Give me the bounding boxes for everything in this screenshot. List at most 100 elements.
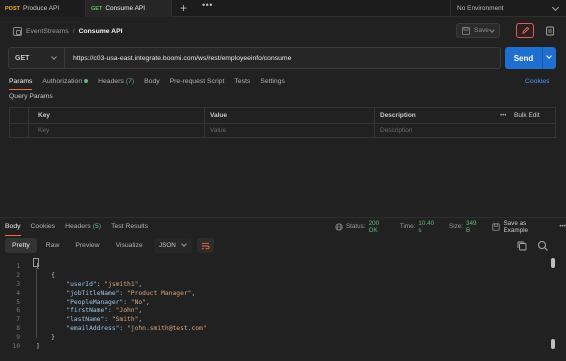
url-input[interactable]: https://c03-usa-east.integrate.boomi.com…	[73, 48, 291, 68]
new-tab-button[interactable]: +	[180, 1, 187, 15]
copy-icon[interactable]	[516, 240, 528, 252]
tab-test-results[interactable]: Test Results	[111, 220, 148, 234]
query-params-table: Key Value Description ••• Bulk Edit Key …	[9, 107, 556, 138]
method-select[interactable]: GET	[9, 48, 65, 68]
bracket-match-highlight	[33, 258, 39, 267]
tab-label: Headers	[65, 223, 91, 230]
response-meta: Status: 200 OK Time: 10.40 s Size: 349 B…	[335, 220, 566, 234]
chevron-down-icon	[546, 53, 552, 59]
line-number: 4	[16, 289, 20, 297]
code-line: 4 "jobTitleName": "Product Manager",	[0, 289, 550, 298]
format-raw[interactable]: Raw	[39, 238, 67, 253]
breadcrumb: EventStreams / Consume API	[13, 24, 123, 38]
code-text: "PeopleManager": "No",	[66, 298, 150, 306]
code-text: "firstName": "John",	[66, 307, 143, 315]
tab-consume-api[interactable]: GET Consume API	[86, 0, 172, 17]
format-select[interactable]: JSON	[154, 238, 192, 253]
format-tabs: Pretty Raw Preview Visualize	[5, 238, 150, 253]
search-icon[interactable]	[537, 240, 549, 252]
more-tabs-button[interactable]: •••	[202, 0, 213, 10]
column-divider	[28, 108, 29, 137]
line-number: 2	[16, 271, 20, 279]
row-divider	[10, 123, 555, 124]
tab-produce-api[interactable]: POST Produce API	[0, 0, 86, 17]
more-options-icon[interactable]: •••	[559, 223, 566, 230]
tab-label: Consume API	[105, 5, 146, 12]
line-number: 1	[16, 262, 20, 270]
documentation-button[interactable]	[541, 23, 559, 38]
format-visualize[interactable]: Visualize	[109, 238, 150, 253]
json-key: "PeopleManager"	[66, 298, 124, 306]
code-line: 2 {	[0, 271, 550, 280]
request-title[interactable]: Consume API	[79, 28, 123, 35]
document-icon	[546, 26, 554, 35]
tab-response-body[interactable]: Body	[5, 220, 21, 236]
code-text: "lastName": "Smith",	[66, 316, 143, 324]
line-number: 5	[16, 298, 20, 306]
cookies-link[interactable]: Cookies	[525, 74, 550, 88]
time-label: Time:	[399, 223, 416, 230]
tab-settings[interactable]: Settings	[260, 74, 285, 88]
environment-select[interactable]: No Environment	[450, 0, 566, 17]
line-number: 10	[12, 343, 20, 351]
scrollbar-bottom[interactable]	[551, 339, 555, 349]
code-line: 3 "userId": "jsmith1",	[0, 280, 550, 289]
size-value[interactable]: 349 B	[466, 220, 482, 234]
value-input[interactable]: Value	[204, 123, 226, 138]
bulk-edit-button[interactable]: Bulk Edit	[514, 108, 540, 123]
tab-pre-request-script[interactable]: Pre-request Script	[170, 74, 225, 88]
column-header-key: Key	[38, 112, 50, 119]
breadcrumb-collection[interactable]: EventStreams	[26, 28, 69, 35]
collection-icon	[13, 26, 22, 36]
key-input[interactable]: Key	[32, 123, 49, 138]
code-text: ]	[36, 343, 40, 351]
indent-guide	[36, 268, 37, 338]
wrap-lines-button[interactable]	[197, 238, 214, 253]
json-value: "Product Manager"	[127, 289, 192, 297]
tab-label: Headers	[98, 77, 124, 85]
scrollbar-top[interactable]	[551, 258, 555, 268]
tab-tests[interactable]: Tests	[234, 74, 250, 88]
chevron-down-icon	[551, 3, 560, 12]
time-value[interactable]: 10.40 s	[418, 220, 439, 234]
json-key: "emailAddress"	[66, 325, 120, 333]
pane-divider[interactable]	[0, 217, 566, 218]
tab-response-headers[interactable]: Headers (5)	[65, 220, 101, 234]
code-text: "jobTitleName": "Product Manager",	[66, 289, 196, 297]
save-button[interactable]: Save	[456, 23, 500, 38]
tab-authorization[interactable]: Authorization	[42, 74, 89, 88]
tab-response-cookies[interactable]: Cookies	[31, 220, 56, 234]
send-options-button[interactable]	[542, 47, 556, 69]
edit-button[interactable]	[516, 23, 534, 38]
environment-label: No Environment	[457, 5, 504, 12]
code-text: "emailAddress": "john.smith@test.com"	[66, 325, 207, 333]
tab-params[interactable]: Params	[9, 74, 33, 90]
code-line: 10]	[0, 342, 550, 351]
line-number: 8	[16, 325, 20, 333]
tab-label: Body	[144, 77, 160, 85]
line-number: 6	[16, 307, 20, 315]
response-body-editor[interactable]: 1[2 {3 "userId": "jsmith1", 4 "jobTitleNa…	[0, 258, 566, 361]
method-label: GET	[15, 54, 30, 62]
code-line: 1[	[0, 262, 550, 271]
wrap-lines-icon	[201, 242, 210, 249]
more-options-icon[interactable]: •••	[500, 108, 506, 123]
json-key: "jobTitleName"	[66, 289, 120, 297]
status-value[interactable]: 200 OK	[369, 220, 390, 234]
save-as-example-button[interactable]: Save as Example	[503, 220, 552, 234]
tab-label: Pre-request Script	[169, 77, 225, 85]
tab-label: Authorization	[42, 77, 83, 85]
tab-count: (7)	[125, 77, 135, 85]
column-header-description: Description	[380, 112, 416, 119]
tab-body[interactable]: Body	[144, 74, 160, 88]
format-pretty[interactable]: Pretty	[5, 238, 37, 253]
format-preview[interactable]: Preview	[68, 238, 106, 253]
send-button[interactable]: Send	[505, 47, 542, 69]
description-input[interactable]: Description	[374, 123, 413, 138]
tab-headers[interactable]: Headers (7)	[98, 74, 134, 88]
json-value: "John"	[115, 307, 139, 315]
json-value: "Smith"	[111, 316, 139, 324]
json-key: "firstName"	[66, 307, 109, 315]
chevron-down-icon	[51, 54, 57, 60]
save-label: Save	[474, 27, 489, 34]
